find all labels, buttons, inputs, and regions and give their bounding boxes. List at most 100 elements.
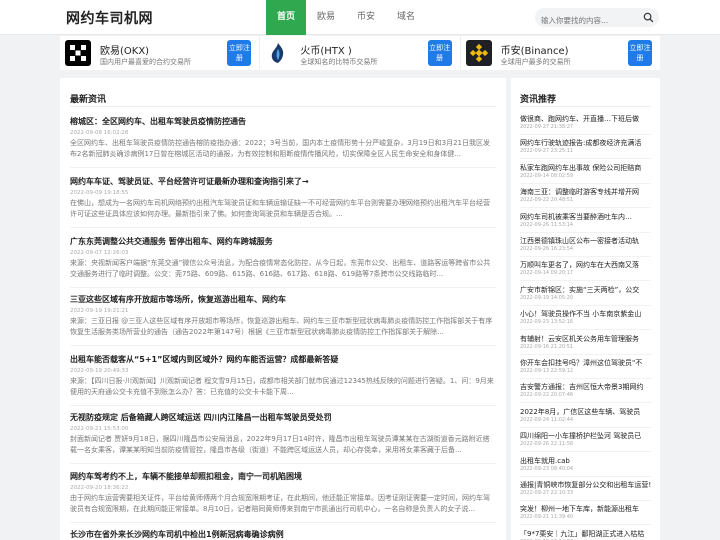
divider [520, 402, 651, 404]
news-date: 2022-09-19 19:21:21 [70, 308, 129, 314]
recommended-date: 2022-09-19 14:05:20 [520, 294, 574, 301]
recommended-title[interactable]: 2022年8月，广信区这些车辆、驾驶员 [520, 407, 651, 417]
divider [520, 182, 651, 184]
recommended-title[interactable]: 你开车会扣挂号吗？漳州这位驾驶员"不 [520, 358, 651, 368]
news-item[interactable]: 无视防疫规定 后备箱藏人跨区域运送 四川内江隆昌一出租车驾驶员受处罚 2022-… [70, 412, 496, 464]
divider [520, 106, 651, 107]
recommended-item[interactable]: 突发！柳州一地下车库，新能源出租车 2022-09-21 11:39:40 [520, 504, 651, 526]
recommended-date: 2022-09-23 13:52:16 [520, 319, 574, 326]
nav-okx[interactable]: 欧易 [306, 0, 346, 35]
news-title[interactable]: 长沙市在省外来长沙网约车司机中检出1例新冠病毒确诊病例 [70, 529, 496, 540]
divider [520, 426, 651, 428]
news-item[interactable]: 榕城区：全区网约车、出租车驾驶员疫情防控通告 2022-09-08 16:02:… [70, 116, 496, 168]
news-item[interactable]: 网约车车证、驾驶员证、平台经营许可证最新办理和查询指引来了→ 2022-09-0… [70, 176, 496, 228]
binance-logo-icon [465, 40, 492, 66]
recommended-item[interactable]: 2022年8月，广信区这些车辆、驾驶员 2022-09-24 11:02:44 [520, 407, 651, 428]
nav-binance[interactable]: 币安 [346, 0, 386, 35]
news-date: 2022-09-07 12:26:03 [70, 250, 129, 256]
exchange-desc: 国内用户最喜爱的合约交易所 [100, 58, 191, 66]
exchange-card-binance[interactable]: 币安(Binance) 全球用户最多的交易所 立即注册 [460, 36, 660, 70]
recommended-title[interactable]: 出租车就用.cab [520, 456, 651, 466]
news-item[interactable]: 长沙市在省外来长沙网约车司机中检出1例新冠病毒确诊病例 [70, 529, 496, 540]
recommended-title[interactable]: 海南三亚：调整临时游客专线并增开网 [520, 187, 651, 197]
exchange-card-okx[interactable]: 欧易(OKX) 国内用户最喜爱的合约交易所 立即注册 [60, 36, 261, 70]
recommended-item[interactable]: 「9*7栗安｜九江」鄱阳湖正式进入枯枯2022-09-26 19:34:07 [520, 529, 651, 540]
divider [70, 522, 496, 523]
divider [520, 158, 651, 160]
divider [520, 353, 651, 355]
news-date: 2022-09-20 18:36:22 [70, 485, 129, 491]
recommended-date: 2022-09-26 11:53:14 [520, 221, 574, 228]
recommended-item[interactable]: 私家车跑网约车出事故 保险公司拒赔商 2022-09-14 08:02:59 [520, 163, 651, 184]
divider [70, 106, 496, 107]
recommended-item[interactable]: 有辅射！云安区机关公务用车管理服务 2022-09-16 21:20:51 [520, 334, 651, 355]
register-button[interactable]: 立即注册 [427, 40, 452, 66]
news-item[interactable]: 广东东莞调整公共交通服务 暂停出租车、网约车跨城服务 2022-09-07 12… [70, 236, 496, 288]
news-summary: 来源：三亚日报 @三亚人这些区域有序开放超市等场所，恢复巡游出租车、网约车三亚市… [70, 317, 493, 336]
recommended-title[interactable]: 做很商、跑网约车、开直播…下班后做 [520, 114, 651, 124]
divider [70, 167, 496, 168]
recommended-title[interactable]: 小心！驾驶员操作不当 小车南京紫金山 [520, 309, 651, 319]
recommended-title[interactable]: 四川绵阳一小车撞桥护栏坠河 驾驶员已 [520, 431, 651, 441]
news-item[interactable]: 出租车能否载客从“5+1”区域内到区域外？网约车能否运营？成都最新答疑 2022… [70, 354, 496, 406]
recommended-title[interactable]: 网约车司机被乘客当要醉酒吐车内… [520, 212, 651, 222]
exchange-card-htx[interactable]: 火币(HTX ) 全球知名的比特币交易所 立即注册 [260, 36, 461, 70]
exchange-name: 欧易(OKX) [100, 46, 150, 57]
recommended-item[interactable]: 吉安警方通报：吉州区恒大帝景3期网约 2022-09-22 20:07:46 [520, 382, 651, 404]
recommended-item[interactable]: 出租车就用.cab 2022-09-23 08:40:04 [520, 456, 651, 477]
recommended-title[interactable]: 「9*7栗安｜九江」鄱阳湖正式进入枯枯 [520, 529, 651, 539]
register-button[interactable]: 立即注册 [627, 40, 652, 66]
htx-logo-icon [265, 40, 292, 66]
recommended-item[interactable]: 四川绵阳一小车撞桥护栏坠河 驾驶员已 2022-09-26 22:11:58 [520, 431, 651, 453]
recommended-title[interactable]: 网约车行驶轨迹报告:成都夜经济充满活 [520, 138, 651, 148]
news-title[interactable]: 无视防疫规定 后备箱藏人跨区域运送 四川内江隆昌一出租车驾驶员受处罚 [70, 412, 496, 423]
recommended-item[interactable]: 网约车司机被乘客当要醉酒吐车内… 2022-09-26 11:53:14 [520, 212, 651, 233]
divider [520, 256, 651, 257]
recommended-item[interactable]: 做很商、跑网约车、开直播…下班后做 2022-09-27 21:38:27 [520, 114, 651, 135]
recommended-item[interactable]: 你开车会扣挂号吗？漳州这位驾驶员"不 2022-09-13 22:59:12 [520, 358, 651, 379]
recommended-date: 2022-09-26 16:23:54 [520, 246, 574, 252]
divider [520, 524, 651, 526]
exchange-desc: 全球知名的比特币交易所 [300, 58, 378, 66]
nav-home[interactable]: 首页 [266, 0, 307, 35]
news-item[interactable]: 网约车驾考约不上，车辆不能接单却照扣租金，南宁一司机陷困境 2022-09-20… [70, 471, 496, 523]
site-logo[interactable]: 网约车司机网 [66, 8, 153, 28]
recommended-title[interactable]: 有辅射！云安区机关公务用车管理服务 [520, 334, 651, 344]
divider [520, 500, 651, 501]
recommended-title[interactable]: 江西景德镇珠山区公布一密接者活动轨 [520, 236, 651, 246]
news-title[interactable]: 出租车能否载客从“5+1”区域内到区域外？网约车能否运营？成都最新答疑 [70, 354, 496, 365]
recommended-item[interactable]: 广安市新锦区：实施“三天两检”，公交 2022-09-19 14:05:20 [520, 285, 651, 306]
recommended-title[interactable]: 万顺叫车更名了，网约车在大西南又落 [520, 260, 651, 270]
news-title[interactable]: 三亚这些区域有序开放超市等场所，恢复巡游出租车、网约车 [70, 294, 496, 305]
recommended-title[interactable]: 广安市新锦区：实施“三天两检”，公交 [520, 285, 651, 295]
recommended-panel: 资讯推荐 做很商、跑网约车、开直播…下班后做 2022-09-27 21:38:2… [511, 78, 660, 540]
recommended-title[interactable]: 私家车跑网约车出事故 保险公司拒赔商 [520, 163, 651, 173]
exchange-cards: 欧易(OKX) 国内用户最喜爱的合约交易所 立即注册 火币(HTX ) 全球知名… [60, 36, 660, 70]
news-date: 2022-09-08 16:02:28 [70, 130, 129, 136]
recommended-title[interactable]: 吉安警方通报：吉州区恒大帝景3期网约 [520, 382, 651, 392]
search-icon[interactable] [643, 12, 654, 23]
search-input[interactable] [535, 11, 635, 30]
register-button[interactable]: 立即注册 [227, 40, 252, 66]
recommended-item[interactable]: 小心！驾驶员操作不当 小车南京紫金山 2022-09-23 13:52:16 [520, 309, 651, 331]
nav-domain[interactable]: 域名 [386, 0, 426, 35]
recommended-title[interactable]: 通报|青铜峡市恢复部分公交和出租车运营! [520, 480, 651, 490]
recommended-item[interactable]: 海南三亚：调整临时游客专线并增开网 2022-09-22 20:48:51 [520, 187, 651, 209]
divider [520, 451, 651, 453]
news-title[interactable]: 榕城区：全区网约车、出租车驾驶员疫情防控通告 [70, 116, 496, 127]
news-title[interactable]: 网约车驾考约不上，车辆不能接单却照扣租金，南宁一司机陷困境 [70, 471, 496, 482]
recommended-date: 2022-09-23 08:40:04 [520, 465, 574, 472]
news-title[interactable]: 网约车车证、驾驶员证、平台经营许可证最新办理和查询指引来了→ [70, 176, 496, 187]
recommended-item[interactable]: 网约车行驶轨迹报告:成都夜经济充满活 2022-09-27 23:25:11 [520, 138, 651, 160]
recommended-item[interactable]: 通报|青铜峡市恢复部分公交和出租车运营! 2022-09-27 22:10:33 [520, 480, 651, 501]
divider [520, 475, 651, 477]
news-title[interactable]: 广东东莞调整公共交通服务 暂停出租车、网约车跨城服务 [70, 236, 496, 247]
recommended-date: 2022-09-16 21:20:51 [520, 343, 574, 350]
recommended-date: 2022-09-14 08:02:59 [520, 172, 574, 179]
recommended-item[interactable]: 万顺叫车更名了，网约车在大西南又落 2022-09-14 09:20:17 [520, 260, 651, 282]
section-title: 资讯推荐 [520, 95, 557, 105]
main-nav: 首页 欧易 币安 域名 [266, 0, 426, 35]
news-item[interactable]: 三亚这些区域有序开放超市等场所，恢复巡游出租车、网约车 2022-09-19 1… [70, 294, 496, 346]
recommended-item[interactable]: 江西景德镇珠山区公布一密接者活动轨 2022-09-26 16:23:54 [520, 236, 651, 257]
recommended-title[interactable]: 突发！柳州一地下车库，新能源出租车 [520, 504, 651, 514]
